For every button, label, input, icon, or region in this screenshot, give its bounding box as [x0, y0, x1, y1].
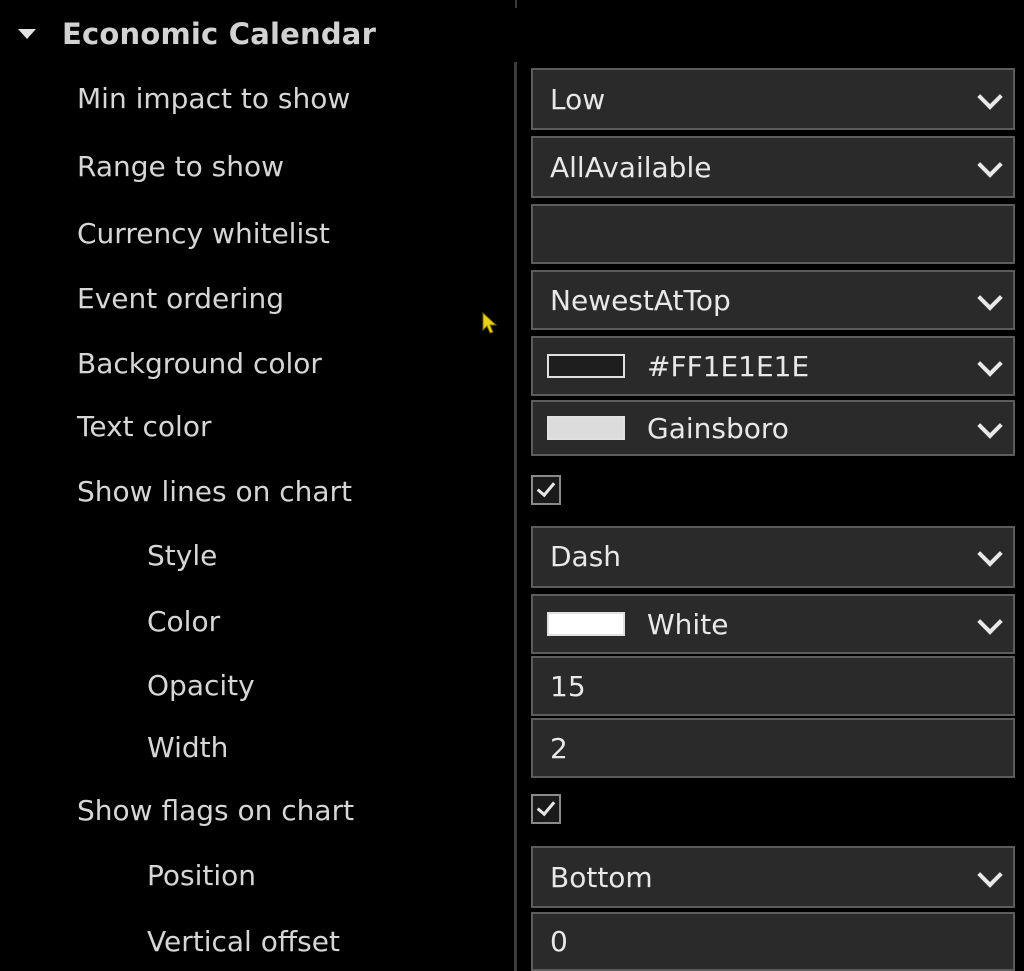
row-line-color: Color White — [0, 592, 1024, 656]
line-color-dropdown[interactable]: White — [531, 594, 1015, 654]
row-range: Range to show AllAvailable — [0, 134, 1024, 200]
text-color-swatch — [547, 416, 625, 440]
vertical-offset-input[interactable]: 0 — [531, 912, 1015, 971]
vertical-offset-value: 0 — [550, 925, 568, 958]
row-show-lines: Show lines on chart — [0, 462, 1024, 524]
range-dropdown[interactable]: AllAvailable — [531, 136, 1015, 198]
flag-position-dropdown[interactable]: Bottom — [531, 846, 1015, 908]
currency-whitelist-input[interactable] — [531, 204, 1015, 264]
row-currency-whitelist: Currency whitelist — [0, 202, 1024, 266]
line-opacity-value: 15 — [550, 670, 586, 703]
chevron-down-icon — [977, 84, 1003, 110]
check-icon — [536, 796, 556, 817]
event-ordering-dropdown[interactable]: NewestAtTop — [531, 270, 1015, 330]
label-line-color: Color — [147, 605, 221, 638]
collapse-arrow-icon[interactable] — [18, 29, 36, 39]
row-text-color: Text color Gainsboro — [0, 398, 1024, 458]
range-value: AllAvailable — [550, 151, 712, 184]
label-vertical-offset: Vertical offset — [147, 925, 340, 958]
line-opacity-input[interactable]: 15 — [531, 656, 1015, 716]
min-impact-dropdown[interactable]: Low — [531, 68, 1015, 130]
label-event-ordering: Event ordering — [77, 282, 285, 315]
mouse-pointer-icon — [482, 312, 498, 334]
chevron-down-icon — [977, 351, 1003, 377]
line-width-value: 2 — [550, 732, 568, 765]
chevron-down-icon — [977, 862, 1003, 888]
section-header-economic-calendar[interactable]: Economic Calendar — [0, 0, 1024, 66]
min-impact-value: Low — [550, 83, 606, 116]
label-line-width: Width — [147, 731, 229, 764]
row-line-width: Width 2 — [0, 718, 1024, 780]
event-ordering-value: NewestAtTop — [550, 284, 731, 317]
chevron-down-icon — [977, 609, 1003, 635]
row-flag-position: Position Bottom — [0, 846, 1024, 910]
label-min-impact: Min impact to show — [77, 82, 351, 115]
row-background-color: Background color #FF1E1E1E — [0, 334, 1024, 398]
label-line-opacity: Opacity — [147, 669, 255, 702]
background-color-swatch — [547, 354, 625, 378]
row-vertical-offset: Vertical offset 0 — [0, 912, 1024, 971]
label-background-color: Background color — [77, 347, 322, 380]
line-style-value: Dash — [550, 540, 622, 573]
flag-position-value: Bottom — [550, 861, 653, 894]
text-color-dropdown[interactable]: Gainsboro — [531, 400, 1015, 456]
row-min-impact: Min impact to show Low — [0, 66, 1024, 132]
row-event-ordering: Event ordering NewestAtTop — [0, 268, 1024, 332]
background-color-dropdown[interactable]: #FF1E1E1E — [531, 336, 1015, 396]
chevron-down-icon — [977, 285, 1003, 311]
chevron-down-icon — [977, 152, 1003, 178]
text-color-value: Gainsboro — [647, 412, 789, 445]
line-width-input[interactable]: 2 — [531, 718, 1015, 778]
label-currency-whitelist: Currency whitelist — [77, 217, 330, 250]
label-show-lines: Show lines on chart — [77, 475, 353, 508]
show-lines-checkbox[interactable] — [531, 475, 561, 505]
show-flags-checkbox[interactable] — [531, 794, 561, 824]
section-title: Economic Calendar — [62, 17, 377, 51]
check-icon — [536, 477, 556, 498]
line-style-dropdown[interactable]: Dash — [531, 526, 1015, 588]
row-show-flags: Show flags on chart — [0, 780, 1024, 844]
label-text-color: Text color — [77, 410, 212, 443]
row-line-opacity: Opacity 15 — [0, 656, 1024, 718]
line-color-swatch — [547, 612, 625, 636]
label-flag-position: Position — [147, 859, 257, 892]
line-color-value: White — [647, 608, 729, 641]
row-line-style: Style Dash — [0, 526, 1024, 592]
label-show-flags: Show flags on chart — [77, 794, 355, 827]
label-range: Range to show — [77, 150, 285, 183]
label-line-style: Style — [147, 539, 218, 572]
background-color-value: #FF1E1E1E — [647, 350, 810, 383]
chevron-down-icon — [977, 541, 1003, 567]
chevron-down-icon — [977, 413, 1003, 439]
